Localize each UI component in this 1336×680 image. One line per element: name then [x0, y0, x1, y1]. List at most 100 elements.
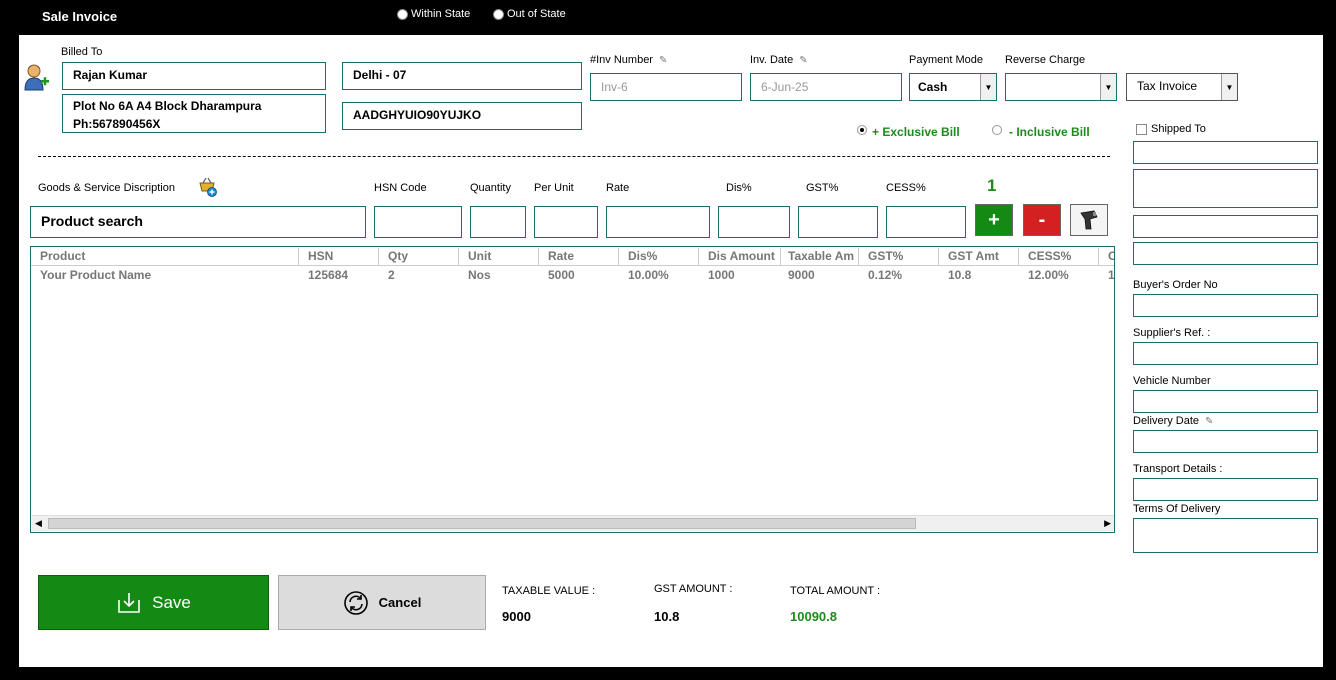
col-header-hsn[interactable]: HSN	[308, 249, 378, 265]
dis-percent-input[interactable]	[718, 206, 790, 238]
hsn-code-label: HSN Code	[374, 182, 427, 194]
radio-circle-icon	[493, 8, 504, 20]
inclusive-bill-radio[interactable]	[992, 125, 1002, 135]
barcode-scanner-button[interactable]	[1070, 204, 1108, 236]
col-header-dis-percent[interactable]: Dis%	[628, 249, 698, 265]
scroll-right-icon[interactable]: ▶	[1104, 518, 1111, 529]
rate-input[interactable]	[606, 206, 710, 238]
cell-hsn: 125684	[308, 268, 349, 282]
chevron-down-icon[interactable]: ▼	[1221, 74, 1237, 100]
terms-of-delivery-label: Terms Of Delivery	[1133, 503, 1221, 515]
item-count: 1	[987, 176, 997, 195]
customer-name-field[interactable]: Rajan Kumar	[62, 62, 326, 90]
horizontal-scrollbar[interactable]: ◀ ▶	[32, 515, 1114, 531]
inv-date-value: 6-Jun-25	[761, 80, 809, 94]
col-separator	[698, 248, 699, 265]
reverse-charge-select[interactable]: ▼	[1005, 73, 1117, 101]
items-grid[interactable]: Product HSN Qty Unit Rate Dis% Dis Amoun…	[30, 246, 1115, 533]
cancel-button-label: Cancel	[378, 595, 422, 610]
col-header-gst-amount[interactable]: GST Amt	[948, 249, 1018, 265]
col-separator	[1098, 248, 1099, 265]
add-customer-icon[interactable]	[24, 63, 50, 91]
payment-mode-label: Payment Mode	[909, 54, 983, 66]
cancel-button[interactable]: Cancel	[278, 575, 486, 630]
col-header-cess-percent[interactable]: CESS%	[1028, 249, 1098, 265]
gst-percent-input[interactable]	[798, 206, 878, 238]
gstin-field[interactable]: AADGHYUIO90YUJKO	[342, 102, 582, 130]
col-header-taxable-amount[interactable]: Taxable Am	[788, 249, 860, 265]
payment-mode-select[interactable]: Cash ▼	[909, 73, 997, 101]
col-header-rate[interactable]: Rate	[548, 249, 618, 265]
col-header-gst-percent[interactable]: GST%	[868, 249, 938, 265]
terms-of-delivery-field[interactable]	[1133, 518, 1318, 553]
remove-item-button[interactable]: -	[1023, 204, 1061, 236]
hsn-code-input[interactable]	[374, 206, 462, 238]
within-state-radio[interactable]: Within State	[397, 8, 470, 20]
delivery-date-field[interactable]	[1133, 430, 1318, 453]
delivery-date-label: Delivery Date ✎	[1133, 415, 1213, 427]
cell-gst-percent: 0.12%	[868, 268, 903, 282]
delivery-date-label-text: Delivery Date	[1133, 415, 1200, 427]
suppliers-ref-field[interactable]	[1133, 342, 1318, 365]
shipped-to-checkbox[interactable]	[1136, 124, 1147, 135]
product-search-input[interactable]: Product search	[30, 206, 366, 238]
inv-date-field[interactable]: 6-Jun-25	[750, 73, 902, 101]
customer-address-field[interactable]: Plot No 6A A4 Block Dharampura Ph:567890…	[62, 94, 326, 133]
vehicle-number-label: Vehicle Number	[1133, 375, 1211, 387]
shipped-to-gstin-field[interactable]	[1133, 242, 1318, 265]
cell-qty: 2	[388, 268, 395, 282]
per-unit-label: Per Unit	[534, 182, 574, 194]
cess-percent-input[interactable]	[886, 206, 966, 238]
transport-details-field[interactable]	[1133, 478, 1318, 501]
cell-unit: Nos	[468, 268, 491, 282]
shipped-to-name-field[interactable]	[1133, 141, 1318, 164]
gst-amount-label: GST AMOUNT :	[654, 583, 733, 595]
col-separator	[858, 248, 859, 265]
out-of-state-label: Out of State	[507, 8, 566, 20]
quantity-label: Quantity	[470, 182, 511, 194]
scrollbar-thumb[interactable]	[48, 518, 916, 529]
shipped-to-state-field[interactable]	[1133, 215, 1318, 238]
chevron-down-icon[interactable]: ▼	[1100, 74, 1116, 100]
save-button[interactable]: Save	[38, 575, 269, 630]
scroll-left-icon[interactable]: ◀	[35, 518, 42, 529]
total-amount-value: 10090.8	[790, 609, 837, 624]
inclusive-bill-label[interactable]: - Inclusive Bill	[1009, 125, 1090, 139]
col-header-product[interactable]: Product	[40, 249, 295, 265]
exclusive-bill-radio[interactable]	[857, 125, 867, 135]
chevron-down-icon[interactable]: ▼	[980, 74, 996, 100]
pencil-icon: ✎	[658, 55, 668, 66]
cell-cess-percent: 12.00%	[1028, 268, 1069, 282]
shipped-to-address-field[interactable]	[1133, 169, 1318, 208]
taxable-value-label: TAXABLE VALUE :	[502, 585, 596, 597]
per-unit-input[interactable]	[534, 206, 598, 238]
col-header-unit[interactable]: Unit	[468, 249, 538, 265]
address-line-1: Plot No 6A A4 Block Dharampura	[73, 99, 262, 113]
basket-add-icon[interactable]	[198, 177, 218, 197]
out-of-state-radio[interactable]: Out of State	[493, 8, 566, 20]
invoice-type-select[interactable]: Tax Invoice ▼	[1126, 73, 1238, 101]
quantity-input[interactable]	[470, 206, 526, 238]
payment-mode-value: Cash	[918, 80, 948, 94]
shipped-to-label: Shipped To	[1151, 123, 1206, 135]
buyers-order-field[interactable]	[1133, 294, 1318, 317]
exclusive-bill-label[interactable]: + Exclusive Bill	[872, 125, 960, 139]
col-separator	[458, 248, 459, 265]
col-separator	[1018, 248, 1019, 265]
pencil-icon: ✎	[1205, 416, 1214, 427]
billed-to-label: Billed To	[61, 46, 103, 58]
radio-circle-icon	[397, 8, 408, 20]
col-header-qty[interactable]: Qty	[388, 249, 458, 265]
taxable-value: 9000	[502, 609, 531, 624]
add-item-button[interactable]: +	[975, 204, 1013, 236]
table-row[interactable]: Your Product Name 125684 2 Nos 5000 10.0…	[31, 266, 1114, 284]
within-state-label: Within State	[411, 8, 471, 20]
grid-header: Product HSN Qty Unit Rate Dis% Dis Amoun…	[31, 247, 1114, 266]
inv-number-field[interactable]: Inv-6	[590, 73, 742, 101]
col-separator	[618, 248, 619, 265]
col-header-cess-amount[interactable]: C	[1108, 249, 1114, 265]
vehicle-number-field[interactable]	[1133, 390, 1318, 413]
col-header-dis-amount[interactable]: Dis Amount	[708, 249, 782, 265]
state-field[interactable]: Delhi - 07	[342, 62, 582, 90]
invoice-type-value: Tax Invoice	[1137, 79, 1198, 93]
